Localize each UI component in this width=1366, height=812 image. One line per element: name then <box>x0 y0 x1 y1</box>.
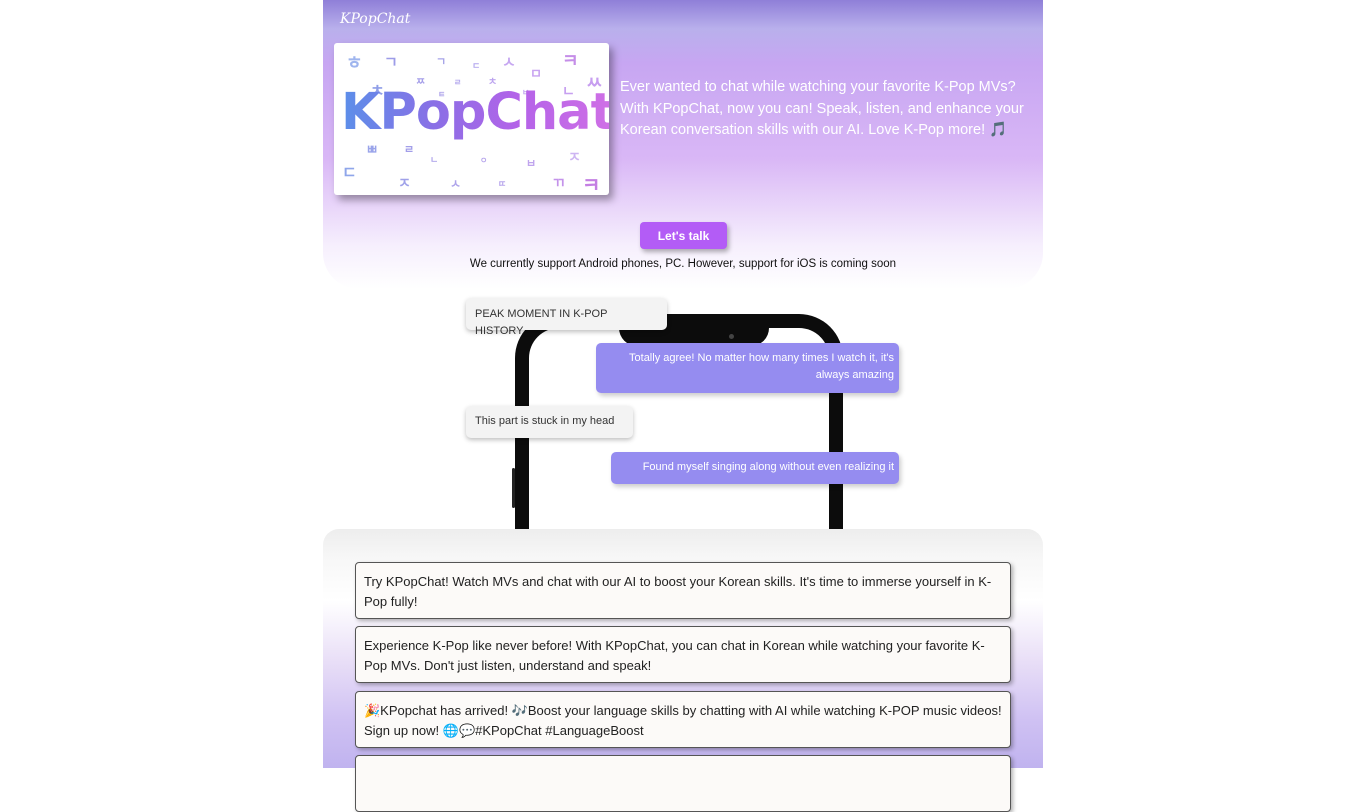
sample-posts-section: Try KPopChat! Watch MVs and chat with ou… <box>323 529 1043 812</box>
jamo-glyph: ㅋ <box>562 51 579 72</box>
brand-logo[interactable]: KPopChat <box>340 11 410 27</box>
kpopchat-logo-image: ㅎ ㄱ ㄱ ㄷ ㅅ ㅋ ㅊ ㅉ ㅌ ㄹ ㅊ ㅁ ㅆ ㄴ ㅂ ㅃ ㄹ ㄷ ㄴ ㅇ … <box>334 43 609 195</box>
jamo-glyph: ㅈ <box>398 176 411 192</box>
phone-side-button <box>512 468 515 508</box>
jamo-glyph: ㅅ <box>502 53 516 71</box>
jamo-glyph: ㄲ <box>552 176 565 192</box>
chat-bubble-left: PEAK MOMENT IN K-POP HISTORY <box>466 298 667 337</box>
jamo-glyph: ㄹ <box>404 143 415 156</box>
jamo-glyph: ㅋ <box>582 173 601 195</box>
jamo-glyph: ㅇ <box>480 156 488 165</box>
jamo-glyph: ㄴ <box>430 156 439 166</box>
jamo-glyph: ㄸ <box>498 180 507 190</box>
intro-text: Ever wanted to chat while watching your … <box>620 79 1024 138</box>
logo-wordmark: KPopChat <box>341 83 609 142</box>
camera-dot <box>729 334 734 339</box>
sample-post-card[interactable]: Try KPopChat! Watch MVs and chat with ou… <box>355 562 1011 619</box>
jamo-glyph: ㅂ <box>526 157 537 170</box>
chat-bubble-right: Totally agree! No matter how many times … <box>596 343 899 393</box>
jamo-glyph: ㅅ <box>450 177 462 191</box>
support-note: We currently support Android phones, PC.… <box>469 258 897 270</box>
sample-post-card[interactable] <box>355 755 1011 812</box>
jamo-glyph: ㄷ <box>342 163 357 182</box>
jamo-glyph: ㅈ <box>568 150 581 166</box>
phone-mockup-section: PEAK MOMENT IN K-POP HISTORY Totally agr… <box>323 289 1043 529</box>
jamo-glyph: ㄷ <box>472 62 481 72</box>
sample-post-card[interactable]: Experience K-Pop like never before! With… <box>355 626 1011 683</box>
chat-bubble-left: This part is stuck in my head <box>466 406 633 438</box>
jamo-glyph: ㅁ <box>530 67 542 82</box>
chat-bubble-right: Found myself singing along without even … <box>611 452 899 484</box>
lets-talk-button[interactable]: Let's talk <box>640 222 727 249</box>
sample-post-card[interactable]: 🎉KPopchat has arrived! 🎶Boost your langu… <box>355 691 1011 748</box>
jamo-glyph: ㄱ <box>436 55 447 68</box>
jamo-glyph: ㄱ <box>384 53 398 71</box>
page: KPopChat ㅎ ㄱ ㄱ ㄷ ㅅ ㅋ ㅊ ㅉ ㅌ ㄹ ㅊ ㅁ ㅆ ㄴ ㅂ ㅃ… <box>323 0 1043 812</box>
jamo-glyph: ㅎ <box>346 53 363 74</box>
hero-section: KPopChat ㅎ ㄱ ㄱ ㄷ ㅅ ㅋ ㅊ ㅉ ㅌ ㄹ ㅊ ㅁ ㅆ ㄴ ㅂ ㅃ… <box>323 0 1043 289</box>
